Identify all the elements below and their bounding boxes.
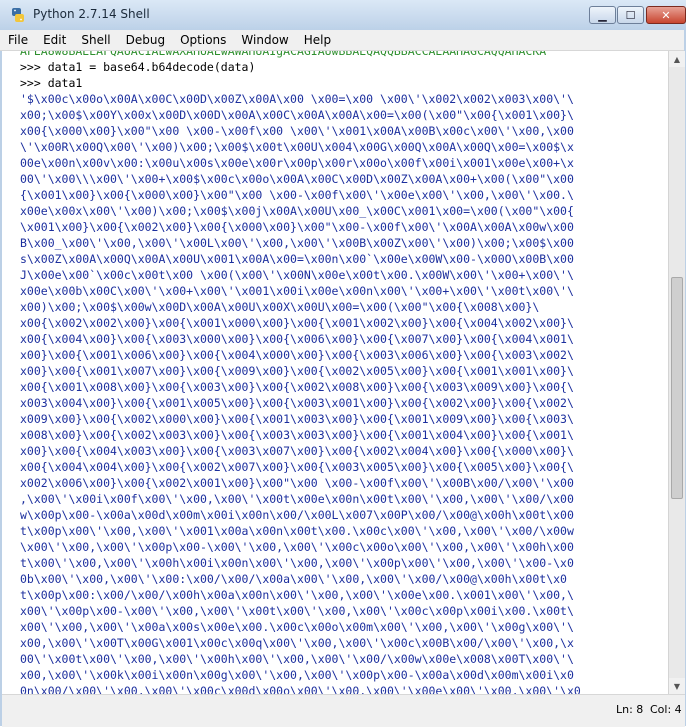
shell-output-line: x002\x006\x00}\x00{\x002\x001\x00}\x00"\… [20, 476, 574, 490]
scroll-down-button[interactable]: ▼ [669, 678, 685, 694]
shell-output-line: x00)\x00;\x00$\x00w\x00D\x00A\x00U\x00X\… [20, 300, 540, 314]
shell-output-line: ,\x00\'\x00i\x00f\x00\'\x00,\x00\'\x00t\… [20, 492, 574, 506]
status-bar: Ln: 8 Col: 4 [2, 694, 685, 727]
shell-cutoff-line: AFEA8w8BAEEAFQAUACIAEwAXAHUAEwAWAHUAIgAC… [20, 51, 547, 58]
shell-output-line: x00e\x00b\x00C\x00\'\x00+\x00\'\x001\x00… [20, 284, 574, 298]
menu-bar: File Edit Shell Debug Options Window Hel… [0, 30, 684, 51]
shell-output-line: 0n\x00/\x00\'\x00,\x00\'\x00c\x00d\x00o\… [20, 684, 581, 694]
shell-output-line: B\x00_\x00\'\x00,\x00\'\x00L\x00\'\x00,\… [20, 236, 574, 250]
shell-output-line: w\x00p\x00-\x00a\x00d\x00m\x00i\x00n\x00… [20, 508, 574, 522]
shell-output-line: t\x00\'\x00,\x00\'\x00h\x00i\x00n\x00\'\… [20, 556, 574, 570]
shell-output-line: x00{\x004\x004\x00}\x00{\x002\x007\x00}\… [20, 460, 574, 474]
python-shell-window: Python 2.7.14 Shell ▁ ☐ ✕ File Edit Shel… [0, 0, 687, 727]
scrollbar-thumb[interactable] [671, 277, 683, 499]
shell-output-line: \'\x00R\x00Q\x00\'\x00)\x00;\x00$\x00t\x… [20, 140, 574, 154]
shell-output-line: x00;\x00$\x00Y\x00x\x00D\x00D\x00A\x00C\… [20, 108, 574, 122]
shell-output-line: 00\'\x00t\x00\'\x00,\x00\'\x00h\x00\'\x0… [20, 652, 574, 666]
shell-output-line: 00e\x00n\x00v\x00:\x00u\x00s\x00e\x00r\x… [20, 156, 574, 170]
shell-output-line: x00\'\x00p\x00-\x00\'\x00,\x00\'\x00t\x0… [20, 604, 574, 618]
shell-output-line: J\x00e\x00`\x00c\x00t\x00 \x00(\x00\'\x0… [20, 268, 574, 282]
minimize-button[interactable]: ▁ [589, 6, 616, 24]
shell-output-line: \x001\x00}\x00{\x002\x00}\x00{\x000\x00}… [20, 220, 574, 234]
shell-output-line: x00{\x000\x00}\x00"\x00 \x00-\x00f\x00 \… [20, 124, 574, 138]
shell-output-line: x00}\x00{\x001\x007\x00}\x00{\x009\x00}\… [20, 364, 574, 378]
menu-shell[interactable]: Shell [73, 33, 117, 47]
background-desktop-strip [686, 0, 694, 726]
menu-options[interactable]: Options [172, 33, 233, 47]
vertical-scrollbar[interactable]: ▲ ▼ [668, 51, 685, 694]
menu-edit[interactable]: Edit [35, 33, 73, 47]
close-icon: ✕ [661, 8, 671, 22]
shell-output-line: 00\'\x00\\\x00\'\x00+\x00$\x00c\x00o\x00… [20, 172, 574, 186]
shell-text-area[interactable]: AFEA8w8BAEEAFQAUACIAEwAXAHUAEwAWAHUAIgAC… [2, 51, 668, 694]
scroll-up-button[interactable]: ▲ [669, 51, 685, 67]
close-button[interactable]: ✕ [646, 6, 686, 24]
menu-window[interactable]: Window [233, 33, 295, 47]
chevron-down-icon: ▼ [673, 681, 681, 691]
maximize-icon: ☐ [625, 8, 636, 22]
shell-output-line: x003\x004\x00}\x00{\x001\x005\x00}\x00{\… [20, 396, 574, 410]
status-column-number: Col: 4 [650, 703, 682, 716]
shell-output-line: x009\x00}\x00{\x002\x000\x00}\x00{\x001\… [20, 412, 574, 426]
shell-output-line: x00e\x00x\x00\'\x00)\x00;\x00$\x00j\x00A… [20, 204, 574, 218]
menu-debug[interactable]: Debug [118, 33, 172, 47]
shell-output-line: x00{\x001\x008\x00}\x00{\x003\x00}\x00{\… [20, 380, 574, 394]
chevron-up-icon: ▲ [673, 54, 681, 64]
shell-output-line: {\x001\x00}\x00{\x000\x00}\x00"\x00 \x00… [20, 188, 574, 202]
maximize-button[interactable]: ☐ [617, 6, 644, 24]
shell-output-line: x00{\x002\x002\x00}\x00{\x001\x000\x00}\… [20, 316, 574, 330]
menu-file[interactable]: File [0, 33, 35, 47]
shell-output-line: 0b\x00\'\x00,\x00\'\x00:\x00/\x00/\x00a\… [20, 572, 567, 586]
shell-output-line: x00}\x00{\x004\x003\x00}\x00{\x003\x007\… [20, 444, 574, 458]
shell-output-line: t\x00p\x00:\x00/\x00/\x00h\x00a\x00n\x00… [20, 588, 574, 602]
shell-output-line: x008\x00}\x00{\x002\x003\x00}\x00{\x003\… [20, 428, 574, 442]
minimize-icon: ▁ [598, 8, 607, 22]
shell-output-line: x00}\x00{\x001\x006\x00}\x00{\x004\x000\… [20, 348, 574, 362]
window-title: Python 2.7.14 Shell [33, 7, 150, 21]
shell-output-line: x00\'\x00,\x00\'\x00a\x00s\x00e\x00.\x00… [20, 620, 574, 634]
shell-output-line: t\x00p\x00\'\x00,\x00\'\x001\x00a\x00n\x… [20, 524, 574, 538]
menu-help[interactable]: Help [296, 33, 338, 47]
shell-output-line: x00,\x00\'\x00T\x00G\x001\x00c\x00q\x00\… [20, 636, 574, 650]
shell-command-line: >>> data1 [20, 76, 83, 90]
shell-output-line: '$\x00c\x00o\x00A\x00C\x00D\x00Z\x00A\x0… [20, 92, 574, 106]
shell-output-line: x00{\x004\x00}\x00{\x003\x000\x00}\x00{\… [20, 332, 574, 346]
python-icon [12, 8, 24, 22]
shell-output-line: s\x00Z\x00A\x00Q\x00A\x00U\x001\x00A\x00… [20, 252, 574, 266]
shell-command-line: >>> data1 = base64.b64decode(data) [20, 60, 256, 74]
status-line-number: Ln: 8 [616, 703, 644, 716]
shell-output-line: \x00\'\x00,\x00\'\x00p\x00-\x00\'\x00,\x… [20, 540, 574, 554]
shell-output-line: x00,\x00\'\x00k\x00i\x00n\x00g\x00\'\x00… [20, 668, 574, 682]
title-bar[interactable]: Python 2.7.14 Shell ▁ ☐ ✕ [0, 0, 686, 30]
